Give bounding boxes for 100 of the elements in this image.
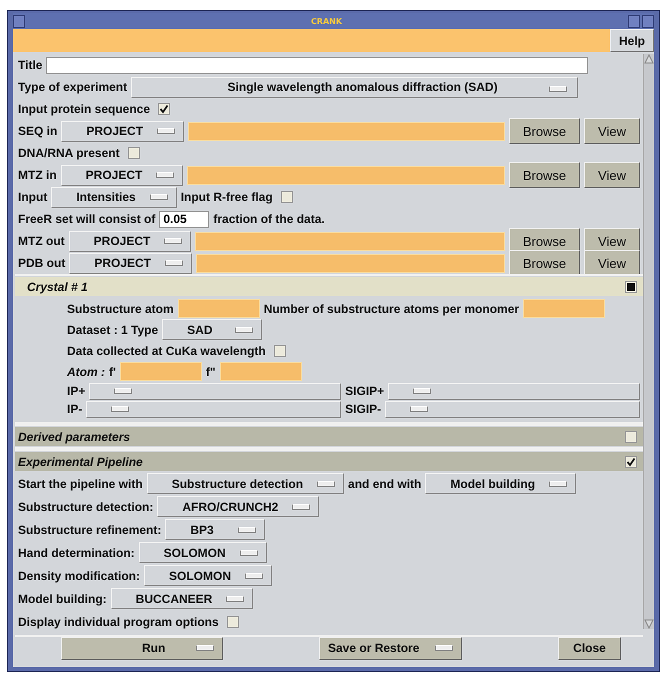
label: Data collected at CuKa wavelength [67, 344, 266, 358]
dropdown-menu[interactable]: SOLOMON [144, 565, 272, 586]
dropdown-menu[interactable]: Single wavelength anomalous diffraction (SAD) [131, 76, 578, 98]
checkbox[interactable] [226, 616, 239, 628]
label: Substructure refinement: [18, 522, 162, 536]
dropdown-indicator-icon [165, 260, 184, 266]
label: f" [206, 364, 216, 378]
section-title: Experimental Pipeline [18, 454, 143, 468]
browse-button[interactable]: Browse [509, 162, 580, 188]
dropdown-menu[interactable]: SOLOMON [138, 542, 267, 563]
dropdown-indicator-icon [150, 194, 168, 200]
scrollbar[interactable] [643, 54, 654, 629]
dropdown-indicator-icon [157, 128, 176, 134]
button[interactable]: Close [558, 636, 621, 660]
dropdown-menu[interactable] [388, 382, 640, 400]
label: Input [18, 190, 48, 204]
label: and end with [348, 476, 422, 490]
dropdown-indicator-icon [235, 326, 254, 332]
checkbox[interactable] [128, 147, 140, 159]
label: Atom : [67, 364, 105, 378]
dropdown-indicator-icon [164, 238, 182, 244]
label: Substructure atom [67, 302, 174, 316]
label: Start the pipeline with [18, 476, 143, 490]
label: Input R-free flag [180, 190, 273, 204]
dropdown-indicator-icon [317, 480, 336, 486]
dropdown-indicator-icon [114, 388, 132, 394]
dropdown-menu[interactable]: PROJECT [68, 230, 192, 252]
dropdown-menu[interactable]: PROJECT [61, 120, 184, 142]
checkbox[interactable] [280, 191, 293, 203]
dropdown-indicator-icon [196, 645, 214, 651]
dropdown-indicator-icon [245, 572, 264, 578]
dropdown-indicator-icon [410, 406, 428, 412]
checkbox[interactable] [158, 103, 170, 115]
scroll-down-icon[interactable] [644, 619, 654, 629]
dropdown-indicator-icon [156, 172, 174, 178]
label: SIGIP+ [345, 384, 384, 398]
checkbox[interactable] [274, 344, 286, 356]
input-field[interactable]: 0.05 [159, 210, 210, 228]
dropdown-indicator-icon [292, 504, 310, 510]
label: MTZ in [18, 168, 57, 182]
label: fraction of the data. [213, 212, 325, 226]
section-header[interactable]: Experimental Pipeline [15, 452, 643, 471]
checkbox[interactable] [625, 280, 637, 292]
label: Density modification: [18, 568, 140, 582]
label: DNA/RNA present [18, 146, 120, 160]
file-path-field[interactable] [187, 166, 505, 184]
dropdown-menu[interactable]: Substructure detection [146, 473, 344, 494]
dropdown-indicator-icon [435, 645, 453, 651]
dropdown-indicator-icon [549, 480, 568, 486]
window-title: CRANK [310, 16, 342, 26]
label: Title [18, 58, 42, 72]
dropdown-menu[interactable] [89, 382, 342, 400]
menu-button[interactable]: Save or Restore [319, 636, 462, 660]
view-button[interactable]: View [584, 162, 640, 188]
label: SEQ in [18, 124, 58, 138]
help-button[interactable]: Help [610, 29, 654, 52]
checkbox[interactable] [625, 430, 637, 442]
section-header[interactable]: Derived parameters [15, 427, 643, 446]
label: IP+ [67, 384, 86, 398]
label: Model building: [18, 592, 107, 606]
label: Input protein sequence [18, 102, 150, 116]
label: PDB out [18, 256, 66, 270]
dropdown-menu[interactable]: BUCCANEER [110, 588, 254, 609]
dropdown-menu[interactable]: AFRO/CRUNCH2 [157, 496, 320, 517]
dropdown-menu[interactable]: Model building [425, 473, 576, 494]
label: Hand determination: [18, 546, 135, 560]
checkbox[interactable] [625, 456, 637, 468]
dropdown-menu[interactable]: PROJECT [69, 252, 192, 274]
browse-button[interactable]: Browse [509, 118, 580, 144]
scroll-up-icon[interactable] [644, 54, 654, 64]
input-field[interactable] [46, 56, 588, 74]
menu-button[interactable]: Run [61, 636, 223, 660]
dropdown-indicator-icon [111, 406, 130, 412]
file-path-field[interactable] [196, 254, 505, 272]
dropdown-menu[interactable]: PROJECT [60, 164, 184, 186]
file-path-field[interactable] [195, 232, 505, 250]
view-button[interactable]: View [584, 250, 640, 276]
browse-button[interactable]: Browse [509, 250, 580, 276]
view-button[interactable]: View [584, 118, 640, 144]
dropdown-indicator-icon [238, 526, 256, 532]
dropdown-menu[interactable] [385, 400, 640, 418]
label: Display individual program options [18, 614, 219, 628]
label: Substructure detection: [18, 500, 154, 514]
label: FreeR set will consist of [18, 212, 156, 226]
label: IP- [67, 402, 82, 416]
section-title: Crystal # 1 [27, 280, 88, 294]
label: MTZ out [18, 234, 65, 248]
label: Dataset : 1 Type [67, 322, 158, 336]
dropdown-menu[interactable]: Intensities [51, 186, 177, 208]
dropdown-menu[interactable] [86, 400, 342, 418]
dropdown-indicator-icon [413, 388, 432, 394]
dropdown-indicator-icon [549, 86, 567, 92]
dropdown-menu[interactable]: BP3 [165, 519, 266, 540]
dropdown-indicator-icon [240, 550, 258, 556]
dropdown-indicator-icon [226, 596, 244, 602]
label: Number of substructure atoms per monomer [264, 302, 520, 316]
label: Type of experiment [18, 80, 128, 94]
dropdown-menu[interactable]: SAD [162, 319, 262, 340]
section-header[interactable]: Crystal # 1 [15, 277, 643, 296]
file-path-field[interactable] [188, 122, 505, 140]
